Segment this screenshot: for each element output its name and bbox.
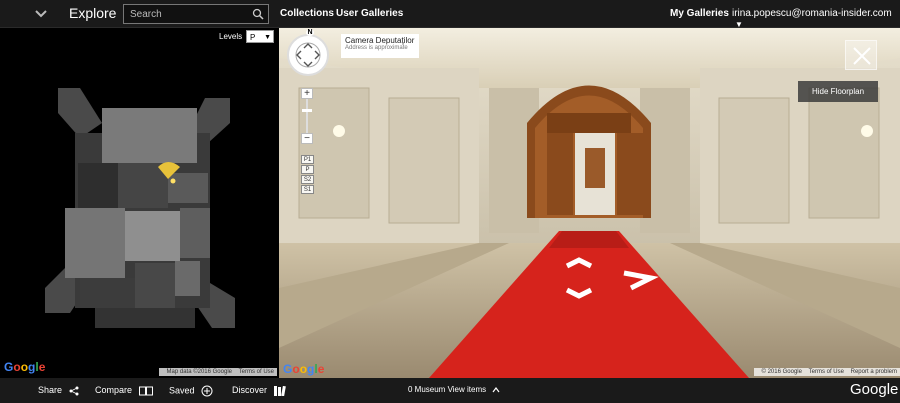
my-galleries-link[interactable]: My Galleries: [670, 8, 729, 19]
place-title: Camera Deputaţilor: [345, 36, 415, 45]
user-galleries-link[interactable]: User Galleries: [336, 8, 403, 19]
report-problem-link[interactable]: Report a problem: [851, 369, 897, 375]
chevron-down-icon[interactable]: [28, 4, 54, 24]
zoom-control: + −: [301, 88, 313, 144]
floorplan-panel: Levels P ▼ Google Map data ©2016 Google T…: [0, 28, 279, 378]
google-logo: Google: [283, 362, 325, 376]
compare-button[interactable]: Compare: [95, 385, 153, 396]
floor-p-button[interactable]: P: [301, 165, 314, 174]
floor-p1-button[interactable]: P1: [301, 155, 314, 164]
discover-button[interactable]: Discover: [232, 385, 286, 396]
search-input[interactable]: [130, 6, 248, 22]
search-box: [123, 4, 269, 24]
compass-control[interactable]: N: [287, 29, 329, 76]
chevron-up-icon: [492, 386, 500, 393]
pan-arrows-icon: [295, 42, 321, 68]
close-button[interactable]: [845, 40, 877, 70]
explore-title[interactable]: Explore: [69, 5, 116, 21]
search-icon[interactable]: [252, 8, 264, 20]
compare-icon: [138, 386, 153, 396]
street-view-panorama[interactable]: N + − P1 P S2 S1 Camera Deputaţilor Addr…: [279, 28, 900, 378]
add-circle-icon: [201, 385, 213, 397]
floorplan-map[interactable]: [40, 83, 240, 343]
place-info-box: Camera Deputaţilor Address is approximat…: [341, 34, 419, 58]
zoom-slider-knob[interactable]: [302, 109, 312, 112]
account-menu[interactable]: irina.popescu@romania-insider.com▼: [732, 8, 900, 30]
hide-floorplan-button[interactable]: Hide Floorplan: [798, 81, 878, 102]
zoom-out-button[interactable]: −: [301, 133, 313, 144]
share-button[interactable]: Share: [38, 385, 79, 396]
zoom-in-button[interactable]: +: [301, 88, 313, 99]
dropdown-arrow-icon: ▼: [264, 34, 271, 41]
collections-link[interactable]: Collections: [280, 8, 334, 19]
pano-terms-link[interactable]: Terms of Use: [809, 369, 844, 375]
place-subtitle: Address is approximate: [345, 45, 408, 51]
zoom-slider[interactable]: [302, 99, 312, 133]
museum-view-toggle[interactable]: 0 Museum View items: [408, 385, 500, 394]
levels-label: Levels: [219, 32, 243, 41]
floor-s1-button[interactable]: S1: [301, 185, 314, 194]
google-wordmark: Google: [850, 381, 899, 398]
bottom-bar: Share Compare Saved Discover 0 Museum Vi…: [0, 378, 900, 403]
top-bar: Explore Collections User Galleries My Ga…: [0, 0, 900, 30]
close-icon: [853, 47, 871, 65]
pano-attribution: © 2016 Google Terms of Use Report a prob…: [753, 368, 900, 376]
google-logo: Google: [4, 360, 46, 374]
books-icon: [273, 385, 286, 396]
saved-button[interactable]: Saved: [169, 385, 213, 397]
levels-select[interactable]: P ▼: [246, 30, 274, 43]
floor-selector: P1 P S2 S1: [301, 155, 314, 195]
share-icon: [69, 386, 79, 396]
account-email: irina.popescu@romania-insider.com: [732, 8, 892, 19]
map-attribution: Map data ©2016 Google Terms of Use: [158, 368, 277, 376]
floor-s2-button[interactable]: S2: [301, 175, 314, 184]
map-terms-link[interactable]: Terms of Use: [239, 369, 274, 375]
